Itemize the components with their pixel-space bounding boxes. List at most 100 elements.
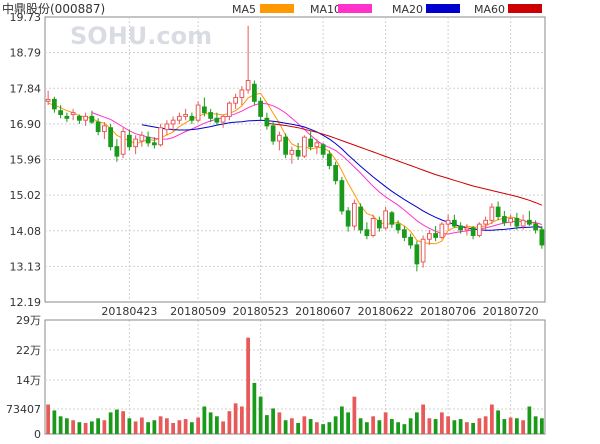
- candle-body: [489, 206, 495, 221]
- volume-bar: [277, 412, 282, 434]
- candle-body: [352, 202, 357, 227]
- candle-body: [58, 110, 63, 116]
- candle-body: [70, 112, 76, 116]
- candle-body: [395, 223, 401, 231]
- volume-bar: [233, 403, 238, 434]
- volume-bar: [371, 416, 375, 434]
- candle-body: [520, 219, 526, 227]
- candle-body: [514, 217, 520, 227]
- volume-bar: [158, 416, 163, 434]
- volume-bar: [271, 408, 275, 434]
- candle-body: [208, 112, 213, 119]
- legend-label-ma5: MA5: [232, 3, 256, 16]
- candle-body: [427, 233, 432, 240]
- candle-body: [133, 138, 138, 148]
- volume-y-tick-label: 29万: [16, 314, 41, 327]
- candle-body: [364, 229, 370, 236]
- candle-body: [383, 210, 388, 229]
- volume-y-tick-label: 0: [34, 428, 41, 440]
- candle-body: [270, 125, 276, 142]
- volume-bar: [452, 420, 457, 434]
- volume-bar: [433, 419, 438, 434]
- volume-bar: [190, 422, 194, 434]
- price-y-tick-label: 14.08: [10, 225, 42, 238]
- candle-body: [45, 98, 51, 102]
- candle-body: [89, 115, 95, 123]
- candle-body: [252, 83, 257, 102]
- candle-body: [464, 227, 470, 231]
- volume-bar: [415, 412, 419, 434]
- candle-body: [314, 142, 320, 148]
- volume-bar: [515, 418, 519, 434]
- candle-body: [195, 104, 201, 121]
- candle-body: [52, 98, 57, 110]
- legend-label-ma60: MA60: [474, 3, 505, 16]
- ma-line-ma60: [266, 122, 543, 206]
- candle-body: [189, 115, 195, 121]
- volume-bar: [58, 416, 63, 434]
- volume-bar: [358, 418, 363, 434]
- price-y-tick-label: 12.19: [10, 296, 42, 309]
- candle-body: [158, 127, 163, 146]
- volume-bar: [246, 337, 250, 434]
- legend-label-ma10: MA10: [310, 3, 341, 16]
- volume-bar: [527, 406, 532, 434]
- volume-bar: [90, 421, 94, 434]
- volume-bar: [115, 409, 119, 434]
- candle-body: [458, 225, 463, 231]
- candle-body: [320, 144, 326, 155]
- volume-bar: [465, 422, 469, 434]
- x-tick-label: 20180509: [170, 305, 226, 318]
- candle-body: [495, 206, 501, 218]
- volume-bar: [340, 406, 344, 434]
- candle-body: [339, 180, 345, 212]
- candle-body: [77, 115, 82, 121]
- candle-body: [183, 114, 188, 117]
- volume-bar: [521, 420, 525, 434]
- volume-bar: [83, 422, 88, 434]
- candle-body: [233, 97, 238, 104]
- candle-body: [389, 212, 395, 225]
- candle-body: [264, 117, 270, 127]
- volume-bar: [483, 416, 488, 434]
- legend-swatch-ma5: [260, 4, 294, 13]
- volume-bar: [96, 418, 100, 434]
- volume-bar: [321, 424, 325, 434]
- candle-body: [114, 146, 120, 157]
- candle-body: [527, 219, 532, 225]
- legend-label-ma20: MA20: [392, 3, 423, 16]
- candle-body: [170, 119, 176, 125]
- volume-panel-frame: [44, 319, 546, 435]
- volume-bar: [202, 406, 207, 434]
- candle-body: [102, 125, 107, 133]
- volume-bar: [227, 411, 232, 434]
- ma-line-ma10: [91, 102, 543, 235]
- volume-bar: [508, 417, 513, 434]
- volume-bar: [540, 418, 544, 434]
- candle-body: [414, 244, 420, 265]
- volume-bar: [258, 396, 263, 434]
- volume-bar: [290, 418, 294, 434]
- volume-y-tick-label: 22万: [16, 344, 41, 357]
- volume-bar: [408, 418, 413, 434]
- candle-body: [308, 138, 313, 148]
- candle-body: [177, 115, 182, 121]
- candle-body: [439, 223, 445, 238]
- candle-body: [139, 134, 145, 142]
- candle-body: [220, 115, 226, 123]
- volume-bar: [146, 422, 150, 434]
- x-tick-label: 20180523: [233, 305, 289, 318]
- candle-body: [470, 227, 476, 236]
- volume-bar: [440, 412, 444, 434]
- volume-bar: [402, 424, 407, 434]
- price-y-tick-label: 15.02: [10, 189, 42, 202]
- volume-bar: [71, 420, 75, 434]
- candle-body: [120, 131, 126, 155]
- candle-body: [452, 219, 457, 227]
- candle-body: [127, 134, 132, 148]
- volume-bar: [102, 420, 107, 434]
- candle-body: [533, 223, 538, 231]
- price-y-tick-label: 18.79: [10, 47, 42, 60]
- volume-bar: [46, 404, 50, 434]
- stock-chart: SOHU.com 中鼎股份(000887) MA5 MA10 MA20 MA60 19.73…: [0, 0, 600, 441]
